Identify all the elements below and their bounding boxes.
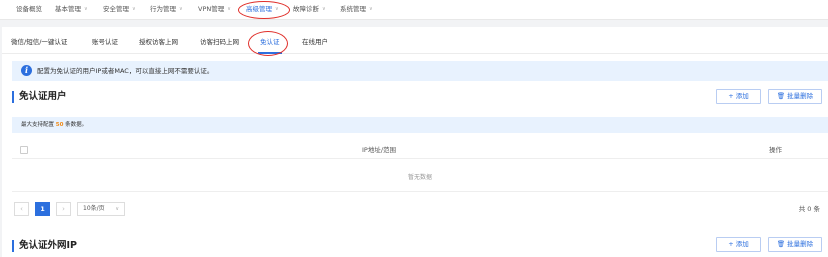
top-navigation: 设备概览 基本管理 ∨ 安全管理 ∨ 行为管理 ∨ VPN管理 ∨ 高级管理 ∨ 故障诊断…	[0, 0, 828, 20]
highlight-circle-nav	[238, 1, 290, 19]
table-empty-state: 暂无数据	[12, 160, 828, 192]
tab-account-auth[interactable]: 账号认证	[92, 38, 118, 47]
nav-label: VPN管理	[198, 5, 225, 13]
batch-delete-button-external-ip[interactable]: 🗑 批量删除	[768, 237, 822, 252]
nav-label: 行为管理	[150, 5, 176, 13]
nav-label: 基本管理	[55, 5, 81, 13]
table-header: IP地址/范围 操作	[12, 142, 828, 159]
column-actions: 操作	[769, 146, 782, 154]
section-title-exempt-users: 免认证用户	[12, 91, 67, 103]
section-title-exempt-external-ip: 免认证外网IP	[12, 240, 77, 252]
page-1-button[interactable]: 1	[35, 202, 50, 216]
limit-count: 50	[55, 122, 64, 128]
batch-delete-label: 批量删除	[787, 240, 814, 248]
chevron-down-icon: ∨	[322, 6, 326, 12]
chevron-down-icon: ∨	[227, 6, 231, 12]
chevron-down-icon: ∨	[369, 6, 373, 12]
tab-online-users[interactable]: 在线用户	[302, 38, 328, 47]
select-all-checkbox[interactable]	[20, 146, 28, 154]
limit-text: 最大支持配置 50 条数据。	[21, 120, 87, 130]
nav-label: 故障诊断	[293, 5, 319, 13]
highlight-circle-tab	[248, 31, 288, 56]
nav-basic-management[interactable]: 基本管理 ∨	[55, 4, 88, 14]
empty-text: 暂无数据	[407, 174, 432, 181]
next-page-button[interactable]: ›	[56, 202, 71, 216]
nav-label: 设备概览	[16, 5, 42, 13]
batch-delete-label: 批量删除	[787, 92, 814, 100]
chevron-down-icon: ∨	[132, 6, 136, 12]
add-button-external-ip[interactable]: + 添加	[716, 237, 761, 252]
prev-page-button[interactable]: ‹	[14, 202, 29, 216]
tab-guest-authorization[interactable]: 授权访客上网	[139, 38, 178, 47]
limit-notice: 最大支持配置 50 条数据。	[12, 117, 828, 133]
batch-delete-button[interactable]: 🗑 批量删除	[768, 89, 822, 104]
tab-wechat-sms-auth[interactable]: 微信/短信/一键认证	[11, 38, 67, 47]
info-icon: i	[21, 65, 32, 76]
limit-prefix: 最大支持配置	[21, 122, 55, 128]
nav-vpn-management[interactable]: VPN管理 ∨	[198, 4, 231, 14]
column-ip-range: IP地址/范围	[362, 146, 397, 154]
notice-text: 配置为免认证的用户IP或者MAC，可以直接上网不需要认证。	[37, 67, 214, 75]
limit-suffix: 条数据。	[65, 122, 88, 128]
chevron-down-icon: ∨	[115, 206, 119, 212]
page-size-value: 10条/页	[83, 205, 105, 212]
nav-fault-diagnosis[interactable]: 故障诊断 ∨	[293, 4, 326, 14]
chevron-down-icon: ∨	[179, 6, 183, 12]
total-count: 共 0 条	[798, 205, 820, 213]
nav-system-management[interactable]: 系统管理 ∨	[340, 4, 373, 14]
add-button[interactable]: + 添加	[716, 89, 761, 104]
main-panel: 微信/短信/一键认证 账号认证 授权访客上网 访客扫码上网 免认证 在线用户 i…	[2, 27, 828, 257]
nav-label: 安全管理	[103, 5, 129, 13]
trash-icon: 🗑	[776, 240, 786, 248]
info-notice: i 配置为免认证的用户IP或者MAC，可以直接上网不需要认证。	[12, 61, 828, 81]
tab-guest-qr-scan[interactable]: 访客扫码上网	[200, 38, 239, 47]
nav-behavior-management[interactable]: 行为管理 ∨	[150, 4, 183, 14]
page-size-select[interactable]: 10条/页 ∨	[77, 202, 125, 216]
subtab-bar: 微信/短信/一键认证 账号认证 授权访客上网 访客扫码上网 免认证 在线用户	[2, 27, 828, 54]
nav-security-management[interactable]: 安全管理 ∨	[103, 4, 136, 14]
trash-icon: 🗑	[776, 92, 786, 100]
nav-device-overview[interactable]: 设备概览	[16, 4, 42, 14]
chevron-down-icon: ∨	[84, 6, 88, 12]
nav-label: 系统管理	[340, 5, 366, 13]
